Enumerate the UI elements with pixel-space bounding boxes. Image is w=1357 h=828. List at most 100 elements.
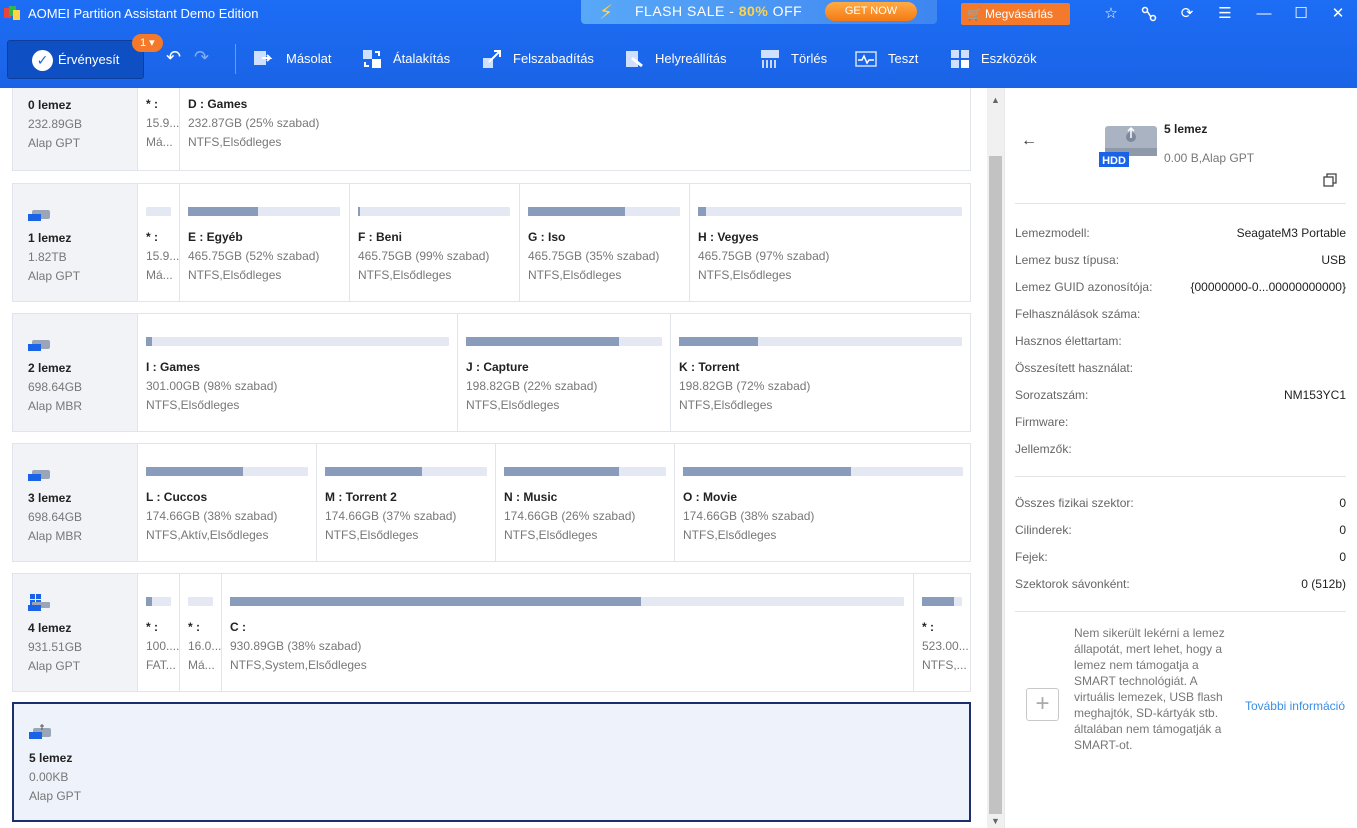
property-row: Sorozatszám: NM153YC1 [1015,388,1346,406]
copy-icon[interactable] [1323,173,1337,187]
disk-info: 4 lemez 931.51GB Alap GPT [13,574,137,691]
check-icon: ✓ [32,50,53,71]
usage-bar [188,597,213,606]
hdd-icon [28,470,50,481]
divider [1015,611,1346,612]
title-bar: AOMEI Partition Assistant Demo Edition ⚡… [0,0,1357,28]
usage-fill [698,207,706,216]
property-label: Összesített használat: [1015,361,1134,375]
flash-sale-text: FLASH SALE - 80% OFF [635,3,803,19]
partition[interactable]: C : 930.89GB (38% szabad) NTFS,System,El… [221,574,913,691]
tool-recovery[interactable]: Helyreállítás [624,46,734,72]
top-bar: AOMEI Partition Assistant Demo Edition ⚡… [0,0,1357,88]
partition[interactable]: J : Capture 198.82GB (22% szabad) NTFS,E… [457,314,670,431]
partition-size: 523.00... [922,639,969,653]
property-row: Cilinderek: 0 [1015,523,1346,541]
property-label: Lemez busz típusa: [1015,253,1120,267]
star-icon[interactable]: ☆ [1100,4,1122,24]
wipe-icon [761,50,779,68]
usage-fill [679,337,758,346]
usage-bar [922,597,962,606]
disk-size: 698.64GB [28,510,83,524]
maximize-icon[interactable]: ☐ [1290,4,1312,24]
share-icon[interactable] [1138,4,1160,24]
partition-name: I : Games [146,360,201,374]
flash-sale-banner[interactable]: ⚡ FLASH SALE - 80% OFF GET NOW [581,0,937,24]
buy-button[interactable]: 🛒 Megvásárlás [961,3,1070,25]
menu-icon[interactable]: ☰ [1214,4,1236,24]
property-label: Cilinderek: [1015,523,1072,537]
partition[interactable]: * : 100.... FAT... [137,574,179,691]
disk-row-selected[interactable]: 5 lemez 0.00KB Alap GPT [12,702,971,822]
apply-button[interactable]: ✓ Érvényesít 1 ▾ [7,34,163,79]
undo-icon[interactable]: ↶ [166,47,181,68]
partition[interactable]: * : 15.9... Má... [137,88,179,170]
partition[interactable]: * : 16.0... Má... [179,574,221,691]
property-value: 0 [1339,496,1346,510]
usage-fill [146,337,152,346]
usage-bar [466,337,662,346]
disk-row[interactable]: 4 lemez 931.51GB Alap GPT * : 100.... FA… [12,573,971,692]
close-icon[interactable]: ✕ [1327,4,1349,24]
partition[interactable]: I : Games 301.00GB (98% szabad) NTFS,Els… [137,314,457,431]
usage-bar [528,207,680,216]
partition[interactable]: * : 15.9... Má... [137,184,179,301]
tool-convert[interactable]: Átalakítás [361,46,456,72]
property-row: Jellemzők: [1015,442,1346,460]
disk-row[interactable]: 0 lemez 232.89GB Alap GPT * : 15.9... Má… [12,88,971,171]
scrollbar-thumb[interactable] [989,156,1002,814]
property-label: Jellemzők: [1015,442,1072,456]
partition[interactable]: D : Games 232.87GB (25% szabad) NTFS,Els… [179,88,970,170]
property-label: Sorozatszám: [1015,388,1089,402]
partition[interactable]: H : Vegyes 465.75GB (97% szabad) NTFS,El… [689,184,970,301]
minimize-icon[interactable]: — [1253,4,1275,24]
tool-tools[interactable]: Eszközök [949,46,1044,72]
property-row: Fejek: 0 [1015,550,1346,568]
tool-wipe[interactable]: Törlés [759,46,831,72]
partition[interactable]: F : Beni 465.75GB (99% szabad) NTFS,Első… [349,184,519,301]
partition[interactable]: * : 523.00... NTFS,... [913,574,970,691]
partition-fs: NTFS,Elsődleges [679,398,773,412]
tool-copy[interactable]: Másolat [253,46,338,72]
disk-row[interactable]: 1 lemez 1.82TB Alap GPT * : 15.9... Má..… [12,183,971,302]
scroll-down-icon[interactable]: ▼ [987,816,1004,826]
partition[interactable]: O : Movie 174.66GB (38% szabad) NTFS,Els… [674,444,970,561]
vertical-scrollbar[interactable]: ▲ ▼ [987,88,1004,828]
panel-disk-summary: 0.00 B,Alap GPT [1164,151,1255,165]
property-value: SeagateM3 Portable [1236,226,1346,240]
disk-size: 698.64GB [28,380,83,394]
partition-name: O : Movie [683,490,738,504]
redo-icon[interactable]: ↷ [194,47,209,68]
usage-fill [188,207,258,216]
divider [1015,203,1346,204]
partition[interactable]: K : Torrent 198.82GB (72% szabad) NTFS,E… [670,314,970,431]
property-row: Firmware: [1015,415,1346,433]
usage-bar [698,207,962,216]
cart-icon: 🛒 [967,7,982,21]
partition[interactable]: G : Iso 465.75GB (35% szabad) NTFS,Elsőd… [519,184,689,301]
property-row: Összes fizikai szektor: 0 [1015,496,1346,514]
get-now-button[interactable]: GET NOW [825,2,917,21]
disk-type: Alap MBR [28,399,83,413]
partition[interactable]: E : Egyéb 465.75GB (52% szabad) NTFS,Els… [179,184,349,301]
svg-text:HDD: HDD [1102,155,1126,167]
partition[interactable]: L : Cuccos 174.66GB (38% szabad) NTFS,Ak… [137,444,316,561]
partition-name: * : [146,620,158,634]
property-label: Firmware: [1015,415,1069,429]
usage-bar [683,467,963,476]
tool-free-up[interactable]: Felszabadítás [481,46,599,72]
refresh-icon[interactable]: ⟳ [1176,4,1198,24]
tool-test[interactable]: Teszt [855,46,925,72]
partition-size: 174.66GB (38% szabad) [683,509,815,523]
scroll-up-icon[interactable]: ▲ [987,95,1004,105]
disk-row[interactable]: 2 lemez 698.64GB Alap MBR I : Games 301.… [12,313,971,432]
usage-bar [504,467,666,476]
disk-row[interactable]: 3 lemez 698.64GB Alap MBR L : Cuccos 174… [12,443,971,562]
more-info-link[interactable]: További információ [1245,699,1345,713]
back-arrow-icon[interactable]: ← [1021,132,1037,150]
disk-size: 0.00KB [29,770,69,784]
partition[interactable]: N : Music 174.66GB (26% szabad) NTFS,Els… [495,444,674,561]
partition[interactable]: M : Torrent 2 174.66GB (37% szabad) NTFS… [316,444,495,561]
partition-name: J : Capture [466,360,529,374]
usage-fill [358,207,360,216]
